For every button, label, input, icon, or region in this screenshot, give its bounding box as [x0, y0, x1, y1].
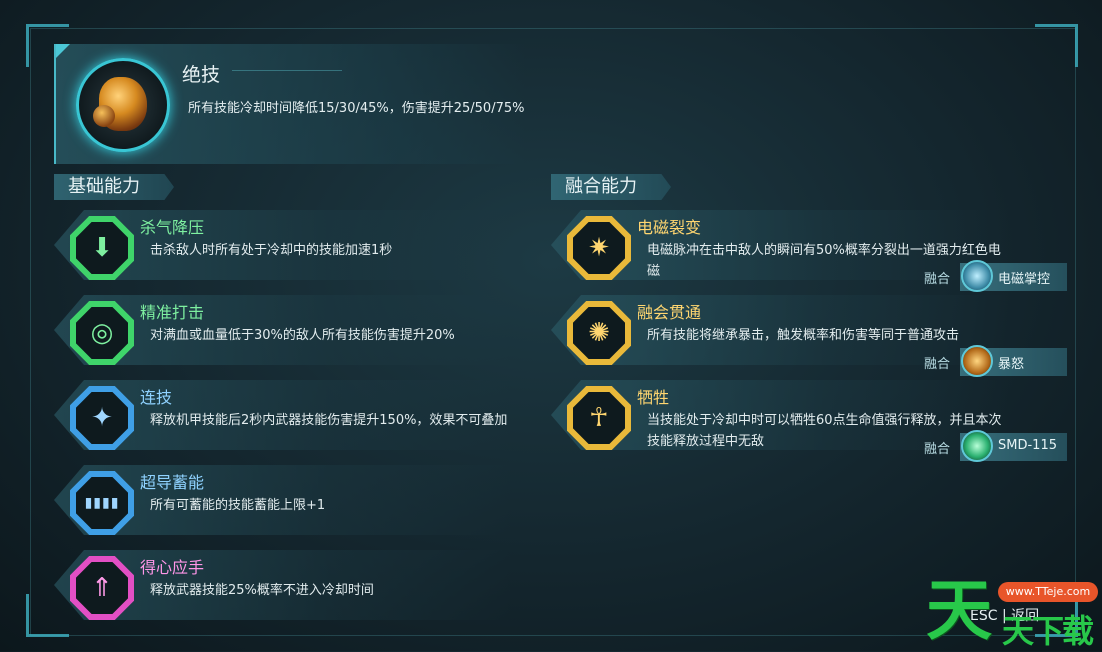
wings-icon: ✦ — [91, 403, 113, 433]
skill-name: 超导蓄能 — [140, 473, 205, 492]
fuse-label: 融合 — [924, 272, 951, 287]
swirl-icon: ◎ — [90, 318, 114, 348]
skill-name: 融会贯通 — [637, 303, 702, 322]
skill-desc: 释放武器技能25%概率不进入冷却时间 — [150, 583, 374, 598]
blade-icon: ⬇ — [91, 233, 113, 263]
skill-desc: 对满血或血量低于30%的敌人所有技能伤害提升20% — [150, 328, 455, 343]
ultimate-description: 所有技能冷却时间降低15/30/45%，伤害提升25/50/75% — [188, 101, 525, 116]
battery-icon: ▮▮▮▮ — [84, 495, 120, 511]
gauntlet-icon[interactable] — [76, 58, 170, 152]
watermark-big-char: 天 — [926, 572, 992, 649]
skill-basic-2[interactable]: ✦ 连技 释放机甲技能后2秒内武器技能伤害提升150%，效果不可叠加 — [54, 374, 512, 450]
skill-desc: 击杀敌人时所有处于冷却中的技能加速1秒 — [150, 243, 393, 258]
spiral-blade-icon: ✺ — [588, 318, 610, 348]
skill-desc: 所有可蓄能的技能蓄能上限+1 — [150, 498, 326, 513]
basic-abilities-header: 基础能力 — [54, 174, 174, 200]
fusion-abilities-header: 融合能力 — [551, 174, 671, 200]
watermark-small-chars: 天下载 — [1002, 612, 1094, 650]
rage-icon — [961, 345, 993, 377]
shatter-icon: ✷ — [588, 233, 610, 263]
fuse-name: 暴怒 — [998, 357, 1025, 372]
fuse-name: SMD-115 — [998, 438, 1057, 453]
electro-fist-icon — [961, 260, 993, 292]
skill-name: 杀气降压 — [140, 218, 205, 237]
skill-basic-1[interactable]: ◎ 精准打击 对满血或血量低于30%的敌人所有技能伤害提升20% — [54, 289, 512, 365]
skill-name: 连技 — [140, 388, 173, 407]
ultimate-panel: 绝技 所有技能冷却时间降低15/30/45%，伤害提升25/50/75% — [54, 44, 526, 164]
fuse-tag-1[interactable]: 融合 暴怒 — [924, 345, 1067, 377]
ankh-icon: ☥ — [589, 403, 609, 433]
gauntlet-knuckle — [93, 105, 115, 127]
fuse-label: 融合 — [924, 442, 951, 457]
skill-desc: 所有技能将继承暴击，触发概率和伤害等同于普通攻击 — [647, 328, 960, 343]
skill-name: 精准打击 — [140, 303, 205, 322]
ultimate-title: 绝技 — [182, 64, 221, 86]
skill-desc: 释放机甲技能后2秒内武器技能伤害提升150%，效果不可叠加 — [150, 413, 508, 428]
ultimate-title-line — [232, 70, 342, 71]
skill-name: 电磁裂变 — [637, 218, 702, 237]
skill-name: 牺牲 — [637, 388, 670, 407]
skill-basic-4[interactable]: ⇑ 得心应手 释放武器技能25%概率不进入冷却时间 — [54, 544, 512, 620]
drone-icon — [961, 430, 993, 462]
skill-basic-3[interactable]: ▮▮▮▮ 超导蓄能 所有可蓄能的技能蓄能上限+1 — [54, 459, 512, 535]
frame-corner-tr — [1035, 24, 1078, 67]
fuse-tag-2[interactable]: 融合 SMD-115 — [924, 430, 1067, 462]
fuse-name: 电磁掌控 — [998, 272, 1051, 287]
site-watermark: 天 www.TTeje.com 天下载 — [926, 572, 1098, 650]
fuse-tag-0[interactable]: 融合 电磁掌控 — [924, 260, 1067, 292]
watermark-url: www.TTeje.com — [998, 582, 1098, 602]
skill-basic-0[interactable]: ⬇ 杀气降压 击杀敌人时所有处于冷却中的技能加速1秒 — [54, 204, 512, 280]
skill-name: 得心应手 — [140, 558, 205, 577]
fuse-label: 融合 — [924, 357, 951, 372]
arrow-up-icon: ⇑ — [91, 573, 113, 603]
